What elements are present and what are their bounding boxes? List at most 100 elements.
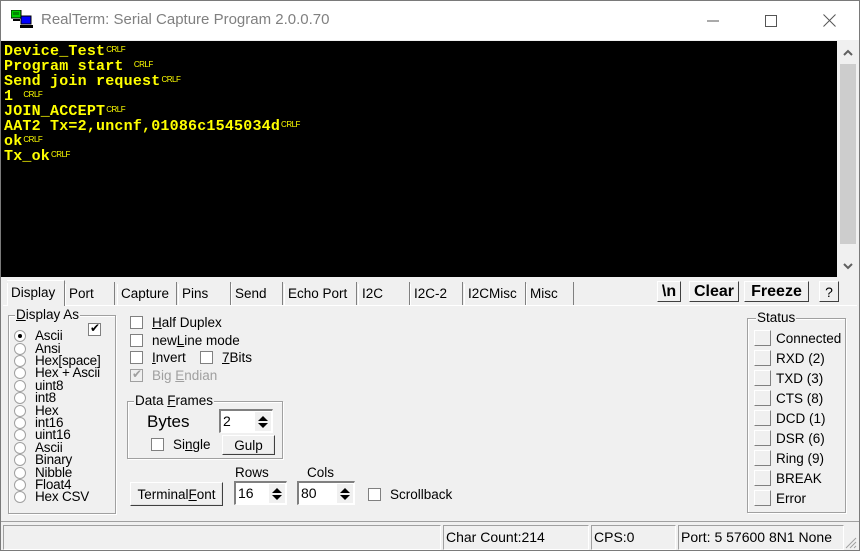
tab-i2cmisc[interactable]: I2CMisc — [464, 282, 526, 305]
7bits-label: 7Bits — [222, 350, 253, 365]
status-dsr-6: DSR (6) — [754, 429, 825, 447]
display-as-enable-checkbox[interactable] — [88, 321, 101, 336]
status-label: DSR (6) — [776, 430, 825, 446]
maximize-button[interactable] — [742, 1, 800, 40]
close-icon — [822, 14, 836, 27]
chevron-up-icon — [843, 49, 853, 56]
spin-down-icon — [272, 494, 282, 500]
cols-value[interactable]: 80 — [301, 485, 317, 501]
radio-button[interactable] — [14, 491, 26, 504]
radio-button[interactable] — [14, 367, 26, 380]
spin-up-icon — [258, 415, 268, 421]
radio-button[interactable] — [14, 479, 26, 492]
invert-checkbox[interactable]: Invert — [130, 350, 186, 365]
radio-button[interactable] — [14, 392, 26, 405]
radio-button[interactable] — [14, 330, 26, 343]
tab-capture[interactable]: Capture — [117, 282, 177, 305]
rows-spin-buttons[interactable] — [269, 484, 285, 503]
scrollback-checkbox[interactable]: Scrollback — [368, 487, 452, 502]
radio-button[interactable] — [14, 466, 26, 479]
cols-spin-buttons[interactable] — [337, 484, 353, 503]
resize-grip-icon[interactable] — [843, 535, 857, 549]
status-led-icon — [754, 450, 771, 466]
gulp-button[interactable]: Gulp — [222, 435, 275, 455]
radio-button[interactable] — [14, 417, 26, 430]
status-txd-3: TXD (3) — [754, 369, 823, 387]
half-duplex-label: Half Duplex — [152, 315, 222, 330]
7bits-checkbox[interactable]: 7Bits — [200, 350, 252, 365]
invert-box[interactable] — [130, 351, 143, 364]
status-label: Ring (9) — [776, 450, 825, 466]
clear-button[interactable]: Clear — [689, 281, 739, 302]
scrollback-box[interactable] — [368, 488, 381, 501]
crlf-marker: CRLF — [23, 135, 43, 144]
status-label: BREAK — [776, 470, 822, 486]
bytes-spin-buttons[interactable] — [255, 412, 271, 431]
title-bar: RealTerm: Serial Capture Program 2.0.0.7… — [1, 1, 859, 40]
single-checkbox[interactable]: Single — [151, 437, 211, 452]
tab-port[interactable]: Port — [65, 282, 115, 305]
radio-button[interactable] — [14, 355, 26, 368]
single-box[interactable] — [151, 438, 164, 451]
chevron-down-icon — [843, 262, 853, 269]
status-led-icon — [754, 390, 771, 406]
minimize-icon — [707, 20, 719, 21]
radio-button[interactable] — [14, 379, 26, 392]
bytes-label: Bytes — [147, 412, 190, 431]
big-endian-label: Big Endian — [152, 368, 218, 383]
newline-button[interactable]: \n — [657, 281, 681, 302]
terminal-line: Tx_okCRLF — [4, 147, 834, 164]
radio-button[interactable] — [14, 429, 26, 442]
minimize-button[interactable] — [684, 1, 742, 40]
close-button[interactable] — [800, 1, 858, 40]
tab-display[interactable]: Display — [7, 280, 65, 306]
half-duplex-box[interactable] — [130, 316, 143, 329]
crlf-marker: CRLF — [281, 120, 300, 129]
status-rxd-2: RXD (2) — [754, 349, 825, 367]
terminal-line: Program start CRLF — [4, 57, 834, 74]
spin-down-icon — [258, 422, 268, 428]
big-endian-checkbox[interactable]: Big Endian — [130, 367, 218, 383]
tab-i2c-2[interactable]: I2C-2 — [410, 282, 463, 305]
newline-mode-box[interactable] — [130, 334, 143, 347]
status-led-icon — [754, 370, 771, 386]
tab-misc[interactable]: Misc — [526, 282, 574, 305]
realterm-network-icon — [11, 10, 33, 28]
status-error: Error — [754, 489, 806, 507]
big-endian-box[interactable] — [130, 367, 143, 382]
terminal-line: Device_TestCRLF — [4, 42, 834, 59]
scroll-down-button[interactable] — [837, 255, 859, 277]
scroll-up-button[interactable] — [837, 41, 859, 63]
bytes-spinner[interactable]: 2 — [219, 409, 273, 433]
tab-panel-border — [3, 305, 857, 306]
half-duplex-checkbox[interactable]: Half Duplex — [130, 315, 222, 330]
crlf-marker: CRLF — [106, 45, 126, 54]
tab-i2c[interactable]: I2C — [358, 282, 410, 305]
bytes-value[interactable]: 2 — [223, 413, 231, 429]
display-as-radio-hex-csv[interactable]: Hex CSV — [14, 490, 89, 504]
status-label: CTS (8) — [776, 390, 824, 406]
tab-echo-port[interactable]: Echo Port — [284, 282, 357, 305]
tab-pins[interactable]: Pins — [178, 282, 231, 305]
scroll-thumb[interactable] — [840, 64, 856, 244]
freeze-button[interactable]: Freeze — [744, 281, 809, 302]
tab-send[interactable]: Send — [231, 282, 283, 305]
radio-button[interactable] — [14, 342, 26, 355]
crlf-marker: CRLF — [51, 150, 70, 159]
terminal-font-button[interactable]: Terminal Font — [130, 482, 223, 506]
status-led-icon — [754, 330, 771, 346]
terminal-output[interactable]: Device_TestCRLF Program start CRLF Send jo… — [1, 41, 837, 277]
radio-button[interactable] — [14, 441, 26, 454]
7bits-box[interactable] — [200, 351, 213, 364]
terminal-line-text: AAT2 Tx=2,uncnf,01086c1545034d — [4, 118, 281, 135]
cols-spinner[interactable]: 80 — [297, 481, 355, 505]
realterm-window: RealTerm: Serial Capture Program 2.0.0.7… — [0, 0, 860, 551]
terminal-scrollbar[interactable] — [837, 41, 859, 277]
newline-mode-checkbox[interactable]: newLine mode — [130, 333, 240, 348]
radio-button[interactable] — [14, 454, 26, 467]
radio-button[interactable] — [14, 404, 26, 417]
rows-value[interactable]: 16 — [238, 485, 254, 501]
rows-spinner[interactable]: 16 — [234, 481, 287, 505]
help-button[interactable]: ? — [819, 281, 839, 302]
status-legend: Status — [756, 310, 797, 325]
